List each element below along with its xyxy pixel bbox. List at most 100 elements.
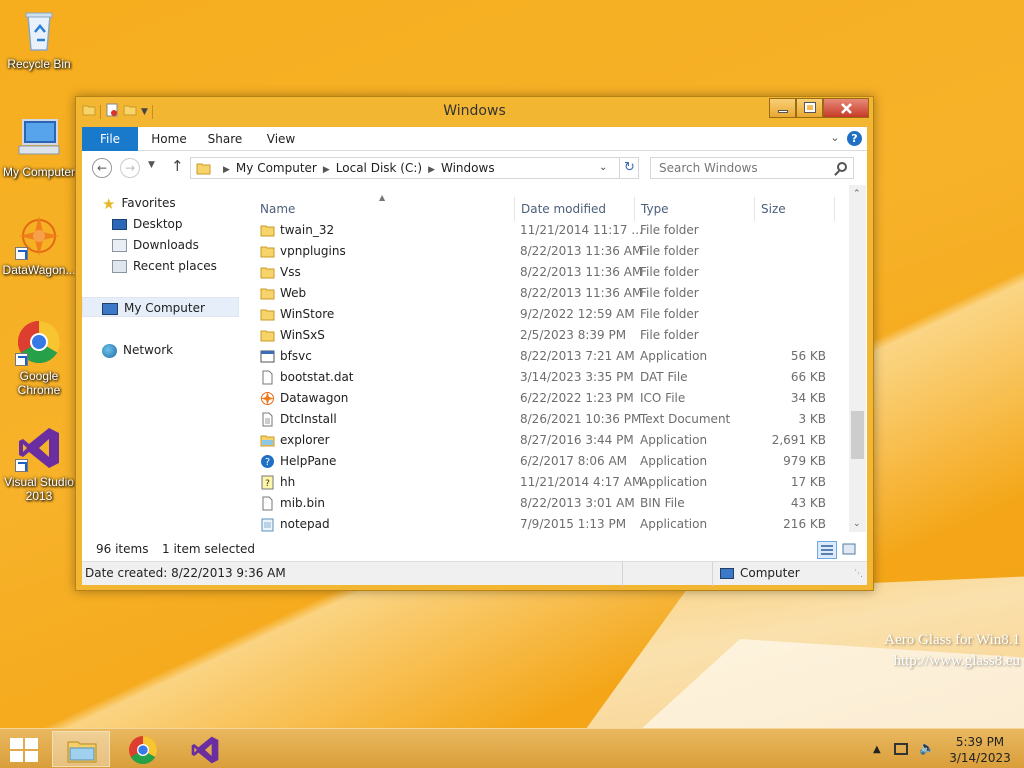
- breadcrumb-item[interactable]: Local Disk (C:): [336, 161, 422, 175]
- table-row[interactable]: notepad 7/9/2015 1:13 PM Application 216 KB: [245, 514, 845, 535]
- column-header-date[interactable]: Date modified: [521, 197, 606, 221]
- taskbar-visual-studio[interactable]: [176, 731, 234, 767]
- maximize-button[interactable]: [796, 98, 823, 118]
- table-row[interactable]: ? HelpPane 6/2/2017 8:06 AM Application 979 …: [245, 451, 845, 472]
- back-button[interactable]: ←: [92, 158, 112, 178]
- recycle-bin-icon: [15, 6, 63, 54]
- column-header-name[interactable]: Name: [260, 197, 295, 221]
- desktop-icon-recycle-bin[interactable]: Recycle Bin: [0, 6, 78, 71]
- table-row[interactable]: mib.bin 8/22/2013 3:01 AM BIN File 43 KB: [245, 493, 845, 514]
- table-row[interactable]: explorer 8/27/2016 3:44 PM Application 2,69…: [245, 430, 845, 451]
- show-hidden-icons-chevron-icon[interactable]: ▲: [873, 744, 881, 755]
- file-size: 216 KB: [783, 517, 826, 531]
- scroll-up-icon[interactable]: ⌃: [853, 189, 861, 199]
- minimize-button[interactable]: [769, 98, 796, 118]
- tab-file[interactable]: File: [82, 127, 138, 151]
- table-row[interactable]: Datawagon 6/22/2022 1:23 PM ICO File 34 KB: [245, 388, 845, 409]
- up-arrow-icon[interactable]: ↑: [171, 157, 184, 175]
- recent-locations-chevron-icon[interactable]: ▼: [148, 160, 155, 170]
- search-icon[interactable]: [837, 162, 847, 172]
- star-icon: ★: [102, 194, 116, 213]
- title-bar[interactable]: ▼ Windows: [76, 97, 873, 127]
- expand-ribbon-chevron-icon[interactable]: ⌄: [828, 131, 842, 145]
- table-row[interactable]: WinStore 9/2/2022 12:59 AM File folder: [245, 304, 845, 325]
- desktop-icon-visual-studio[interactable]: Visual Studio 2013: [0, 424, 78, 503]
- table-row[interactable]: Vss 8/22/2013 11:36 AM File folder: [245, 262, 845, 283]
- start-button[interactable]: [10, 738, 38, 762]
- nav-favorites[interactable]: ★ Favorites: [102, 193, 176, 213]
- table-row[interactable]: vpnplugins 8/22/2013 11:36 AM File folder: [245, 241, 845, 262]
- address-bar[interactable]: ▶ My Computer ▶ Local Disk (C:) ▶ Windows ⌄ ↻: [190, 157, 639, 179]
- scrollbar-thumb[interactable]: [851, 411, 864, 459]
- nav-desktop[interactable]: Desktop: [112, 214, 183, 234]
- chevron-right-icon: ▶: [223, 165, 230, 175]
- chevron-right-icon[interactable]: ▶: [323, 165, 330, 175]
- scroll-down-icon[interactable]: ⌄: [853, 519, 861, 529]
- nav-downloads[interactable]: Downloads: [112, 235, 199, 255]
- column-divider[interactable]: [634, 197, 635, 221]
- file-name: mib.bin: [280, 496, 326, 510]
- file-size: 979 KB: [783, 454, 826, 468]
- file-name: hh: [280, 475, 296, 489]
- table-row[interactable]: Web 8/22/2013 11:36 AM File folder: [245, 283, 845, 304]
- aero-glass-watermark: Aero Glass for Win8.1 http://www.glass8.…: [884, 630, 1020, 672]
- volume-icon[interactable]: 🔈: [919, 741, 935, 756]
- table-row[interactable]: WinSxS 2/5/2023 8:39 PM File folder: [245, 325, 845, 346]
- desktop-icon-datawagon[interactable]: DataWagon...: [0, 212, 78, 277]
- chevron-right-icon[interactable]: ▶: [428, 165, 435, 175]
- file-name: bootstat.dat: [280, 370, 354, 384]
- table-row[interactable]: twain_32 11/21/2014 11:17 ... File folder: [245, 220, 845, 241]
- column-divider[interactable]: [514, 197, 515, 221]
- tab-view[interactable]: View: [256, 127, 306, 151]
- shortcut-arrow-icon: [15, 353, 28, 366]
- refresh-icon[interactable]: ↻: [619, 158, 639, 178]
- desktop-icon-google-chrome[interactable]: Google Chrome: [0, 318, 78, 397]
- forward-button[interactable]: →: [120, 158, 140, 178]
- breadcrumb-item[interactable]: Windows: [441, 161, 495, 175]
- details-view-button[interactable]: [817, 541, 837, 559]
- nav-network[interactable]: Network: [102, 340, 173, 360]
- close-icon: [841, 103, 852, 114]
- folder-icon: [196, 163, 211, 175]
- details-view-icon: [821, 545, 833, 555]
- tab-home[interactable]: Home: [144, 127, 194, 151]
- column-header-size[interactable]: Size: [761, 197, 786, 221]
- resize-grip-icon[interactable]: ⋱: [854, 569, 863, 579]
- vertical-scrollbar[interactable]: ⌃ ⌄: [849, 185, 866, 532]
- address-dropdown-icon[interactable]: ⌄: [599, 162, 607, 173]
- file-size: 17 KB: [790, 475, 826, 489]
- table-row[interactable]: bfsvc 8/22/2013 7:21 AM Application 56 KB: [245, 346, 845, 367]
- column-header-type[interactable]: Type: [641, 197, 669, 221]
- column-divider[interactable]: [834, 197, 835, 221]
- ribbon: File Home Share View ⌄ ?: [82, 127, 867, 151]
- system-tray: ▲ 🔈: [873, 741, 935, 756]
- nav-recent-places[interactable]: Recent places: [112, 256, 217, 276]
- desktop-icon-label: Visual Studio 2013: [4, 475, 74, 503]
- taskbar-clock[interactable]: 5:39 PM 3/14/2023: [942, 734, 1018, 766]
- file-date: 7/9/2015 1:13 PM: [520, 517, 627, 531]
- large-icons-view-button[interactable]: [840, 541, 860, 559]
- clock-date: 3/14/2023: [949, 751, 1011, 765]
- table-row[interactable]: bootstat.dat 3/14/2023 3:35 PM DAT File 66 …: [245, 367, 845, 388]
- nav-my-computer[interactable]: My Computer: [82, 297, 239, 317]
- file-size: 34 KB: [790, 391, 826, 405]
- file-date: 11/21/2014 4:17 AM: [520, 475, 643, 489]
- search-input[interactable]: Search Windows: [650, 157, 854, 179]
- file-type: Application: [640, 475, 708, 489]
- help-icon[interactable]: ?: [847, 131, 862, 146]
- desktop-icon-my-computer[interactable]: My Computer: [0, 114, 78, 179]
- network-status-icon[interactable]: [893, 742, 908, 755]
- taskbar-chrome[interactable]: [114, 731, 172, 767]
- downloads-icon: [112, 239, 127, 252]
- file-name: Vss: [280, 265, 301, 279]
- table-row[interactable]: DtcInstall 8/26/2021 10:36 PM Text Documen…: [245, 409, 845, 430]
- taskbar-file-explorer[interactable]: [52, 731, 110, 767]
- file-date: 11/21/2014 11:17 ...: [520, 223, 643, 237]
- breadcrumb-item[interactable]: My Computer: [236, 161, 317, 175]
- tab-share[interactable]: Share: [200, 127, 250, 151]
- file-type: BIN File: [640, 496, 685, 510]
- close-button[interactable]: [823, 98, 869, 118]
- column-divider[interactable]: [754, 197, 755, 221]
- explorer-window[interactable]: ▼ Windows File Home Share View ⌄ ? ← → ▼…: [75, 96, 874, 591]
- table-row[interactable]: ? hh 11/21/2014 4:17 AM Application 17 KB: [245, 472, 845, 493]
